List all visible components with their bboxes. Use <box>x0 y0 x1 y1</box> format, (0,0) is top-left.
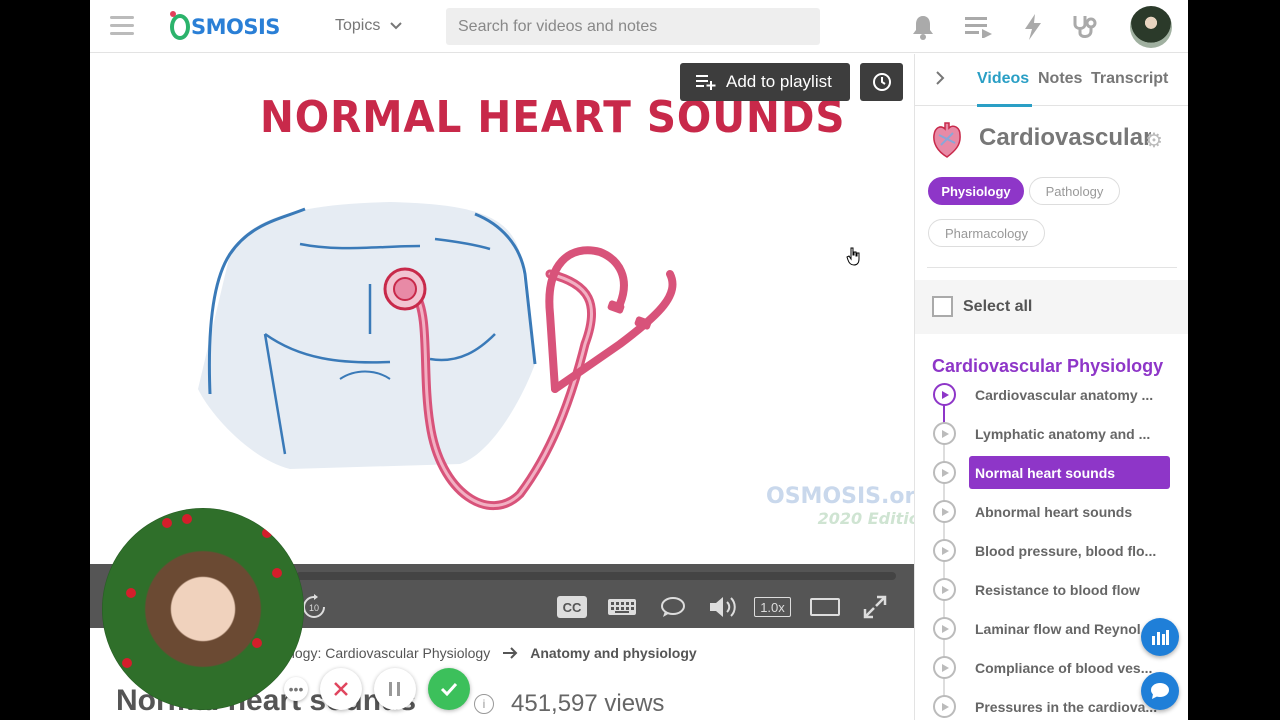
chip-pathology[interactable]: Pathology <box>1029 177 1120 205</box>
sidebar-tabs: Videos Notes Transcript <box>915 54 1188 107</box>
tab-videos[interactable]: Videos <box>977 70 1029 88</box>
app-window: SMOSIS Topics NORMAL HEART SOUNDS Add to… <box>90 0 1188 720</box>
list-item[interactable]: Cardiovascular anatomy ... <box>915 377 1188 413</box>
chip-physiology[interactable]: Physiology <box>928 177 1024 205</box>
play-icon <box>933 656 956 679</box>
cc-label: CC <box>557 596 587 618</box>
clock-icon <box>872 73 891 91</box>
list-item-label: Lymphatic anatomy and ... <box>975 425 1151 442</box>
list-item-active[interactable]: Normal heart sounds <box>915 455 1188 491</box>
chest-stethoscope-illustration <box>198 202 677 510</box>
skip-label: 10 <box>309 603 319 613</box>
select-all-row: Select all <box>915 280 1188 334</box>
add-to-playlist-label: Add to playlist <box>726 72 832 91</box>
divider <box>927 267 1177 268</box>
chat-icon <box>1151 683 1169 699</box>
stethoscope-icon[interactable] <box>1070 12 1100 42</box>
lightning-icon[interactable] <box>1018 12 1048 42</box>
skip-forward-10-icon[interactable]: 10 <box>300 594 328 620</box>
add-to-playlist-button[interactable]: Add to playlist <box>680 63 850 101</box>
watermark-brand: OSMOSIS.org <box>766 484 932 509</box>
watch-later-button[interactable] <box>860 63 903 101</box>
list-item-label: Normal heart sounds <box>969 456 1170 489</box>
logo-text: SMOSIS <box>191 15 280 39</box>
topics-label: Topics <box>335 17 381 34</box>
more-options-icon[interactable]: ••• <box>284 677 308 701</box>
watermark-edition: 2020 Edition <box>817 509 932 528</box>
info-icon[interactable]: i <box>474 694 494 714</box>
view-count: 451,597 views <box>511 690 665 717</box>
play-icon <box>933 500 956 523</box>
user-avatar[interactable] <box>1130 6 1172 48</box>
hand-cursor-icon <box>846 247 860 266</box>
play-icon <box>933 695 956 718</box>
list-item-label: Pressures in the cardiova... <box>975 698 1158 715</box>
chat-bubble-icon[interactable] <box>659 594 687 620</box>
list-item-label: Laminar flow and Reynol... <box>975 620 1153 637</box>
recording-controls: ••• <box>284 668 470 710</box>
playback-speed-button[interactable]: 1.0x <box>754 594 791 620</box>
active-tab-indicator <box>977 104 1032 107</box>
osmosis-logo[interactable]: SMOSIS <box>170 10 280 44</box>
list-item-label: Cardiovascular anatomy ... <box>975 386 1154 403</box>
play-icon <box>933 539 956 562</box>
pause-recording-button[interactable] <box>374 668 416 710</box>
theater-mode-icon[interactable] <box>810 594 840 620</box>
list-item[interactable]: Blood pressure, blood flo... <box>915 533 1188 569</box>
volume-icon[interactable] <box>707 594 739 620</box>
breadcrumb-parent[interactable]: ology: Cardiovascular Physiology <box>284 645 490 661</box>
add-playlist-icon <box>696 75 716 90</box>
osmosis-watermark: OSMOSIS.org 2020 Edition <box>766 484 931 528</box>
play-icon <box>933 383 956 406</box>
top-navbar: SMOSIS Topics <box>90 0 1188 53</box>
playlist-icon[interactable] <box>964 12 994 42</box>
arrow-right-icon <box>503 647 518 659</box>
fullscreen-icon[interactable] <box>862 594 888 620</box>
logo-mark <box>170 11 190 40</box>
menu-icon[interactable] <box>110 16 134 36</box>
gear-icon[interactable]: ⚙ <box>1145 128 1163 153</box>
play-icon <box>933 461 956 484</box>
heart-icon <box>933 122 961 158</box>
playlist-title[interactable]: Cardiovascular Physiology <box>932 356 1163 377</box>
list-item-label: Resistance to blood flow <box>975 581 1140 598</box>
video-player[interactable]: NORMAL HEART SOUNDS Add to playlist OSMO… <box>90 54 931 564</box>
list-item[interactable]: Resistance to blood flow <box>915 572 1188 608</box>
keyboard-icon[interactable] <box>607 594 637 620</box>
close-icon <box>334 682 348 696</box>
play-icon <box>933 617 956 640</box>
check-icon <box>440 682 458 696</box>
select-all-checkbox[interactable] <box>932 296 953 317</box>
chevron-down-icon <box>390 22 403 30</box>
chip-pharmacology[interactable]: Pharmacology <box>928 219 1045 247</box>
chat-fab[interactable] <box>1141 672 1179 710</box>
bell-icon[interactable] <box>908 12 938 42</box>
list-item-label: Compliance of blood ves... <box>975 659 1153 676</box>
analytics-fab[interactable] <box>1141 618 1179 656</box>
cancel-recording-button[interactable] <box>320 668 362 710</box>
list-item-label: Blood pressure, blood flo... <box>975 542 1157 559</box>
list-item[interactable]: Lymphatic anatomy and ... <box>915 416 1188 452</box>
course-title: Cardiovascular <box>979 124 1151 151</box>
chevron-right-icon[interactable] <box>935 71 945 85</box>
select-all-label: Select all <box>963 298 1033 315</box>
breadcrumb: ology: Cardiovascular Physiology Anatomy… <box>284 645 697 661</box>
play-icon <box>933 422 956 445</box>
list-item[interactable]: Abnormal heart sounds <box>915 494 1188 530</box>
tab-transcript[interactable]: Transcript <box>1091 70 1168 88</box>
webcam-overlay <box>102 508 304 710</box>
tab-notes[interactable]: Notes <box>1038 70 1082 88</box>
list-item-label: Abnormal heart sounds <box>975 503 1133 520</box>
finish-recording-button[interactable] <box>428 668 470 710</box>
topics-dropdown[interactable]: Topics <box>335 17 403 35</box>
chart-icon <box>1152 630 1169 645</box>
pause-icon <box>389 682 400 696</box>
progress-bar[interactable] <box>296 572 896 580</box>
play-icon <box>933 578 956 601</box>
captions-button[interactable]: CC <box>557 594 587 620</box>
search-input[interactable] <box>446 8 820 45</box>
breadcrumb-current[interactable]: Anatomy and physiology <box>530 645 696 661</box>
sidebar: Videos Notes Transcript Cardiovascular ⚙… <box>914 54 1188 720</box>
speed-label: 1.0x <box>754 597 791 617</box>
